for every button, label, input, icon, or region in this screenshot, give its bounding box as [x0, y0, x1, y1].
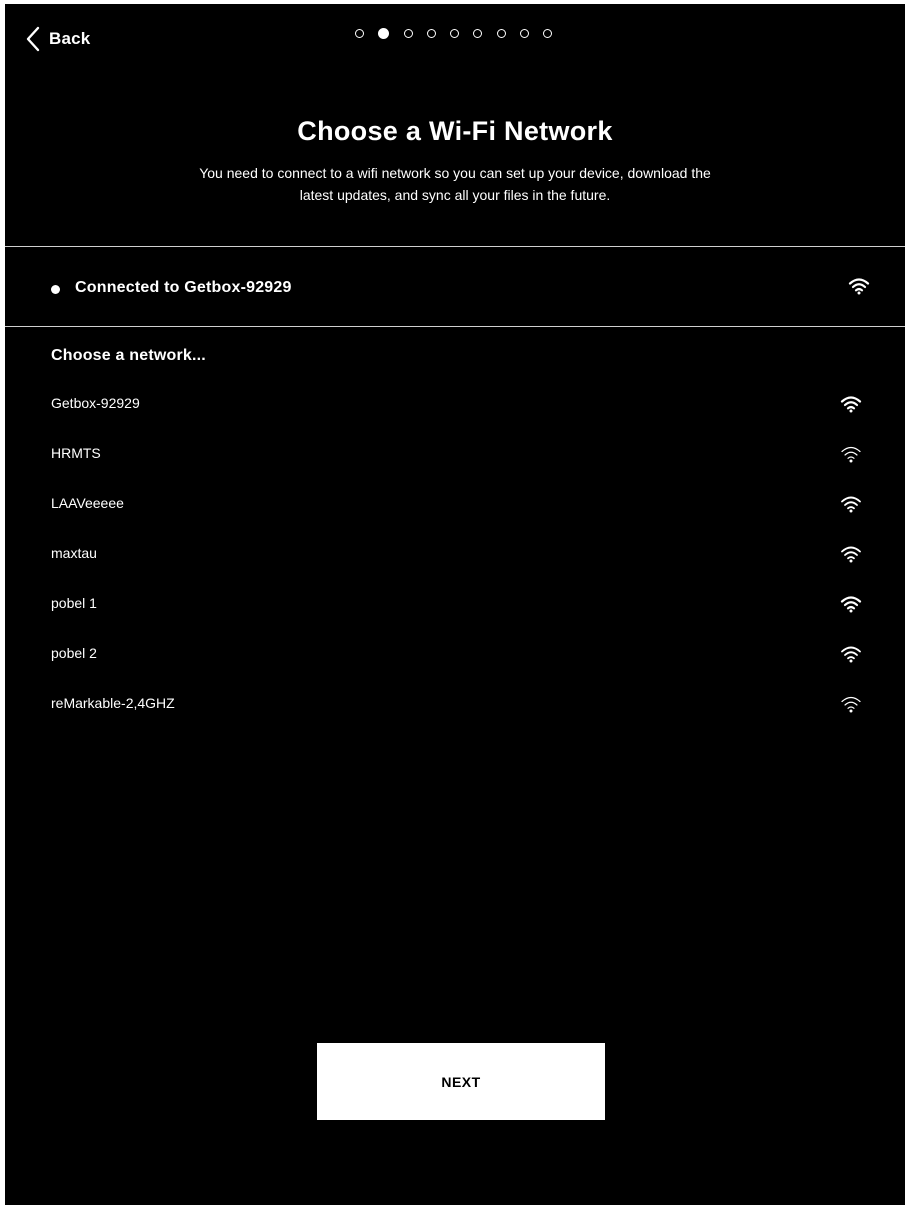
connected-network-row[interactable]: Connected to Getbox-92929 [5, 247, 905, 327]
network-list: Getbox-92929 HRMTS LAAVeeeee maxtau pobel 1 p… [5, 379, 905, 729]
back-button[interactable]: Back [25, 24, 90, 54]
next-button[interactable]: NEXT [317, 1043, 605, 1120]
progress-dot [450, 29, 460, 38]
back-label: Back [49, 29, 91, 48]
wifi-signal-icon [841, 696, 861, 713]
progress-dot [426, 29, 436, 38]
network-name: HRMTS [51, 445, 101, 461]
subtitle-line-2: latest updates, and sync all your files … [299, 187, 611, 203]
network-item[interactable]: reMarkable-2,4GHZ [5, 679, 905, 729]
page-subtitle: You need to connect to a wifi network so… [155, 162, 755, 206]
chevron-left-icon [26, 26, 40, 52]
wifi-signal-icon [841, 646, 861, 663]
network-name: Getbox-92929 [51, 395, 140, 411]
network-name: maxtau [51, 545, 97, 561]
network-name: pobel 1 [51, 595, 97, 611]
wifi-signal-icon [848, 278, 870, 295]
progress-dot [543, 29, 553, 38]
wifi-signal-icon [840, 596, 862, 613]
progress-dot [403, 29, 413, 38]
connected-network-label: Connected to Getbox-92929 [75, 279, 292, 296]
wifi-signal-icon [841, 546, 861, 563]
network-item[interactable]: pobel 1 [5, 579, 905, 629]
connected-dot-icon [51, 285, 60, 294]
network-name: reMarkable-2,4GHZ [51, 695, 175, 711]
wifi-signal-icon [840, 396, 862, 413]
progress-dot [520, 29, 530, 38]
network-item[interactable]: HRMTS [5, 429, 905, 479]
progress-dot [355, 29, 364, 38]
wifi-signal-icon [841, 446, 861, 463]
network-name: LAAVeeeee [51, 495, 124, 511]
progress-indicator [355, 28, 567, 39]
progress-dot [473, 29, 483, 38]
network-item[interactable]: maxtau [5, 529, 905, 579]
network-list-heading: Choose a network... [51, 347, 206, 364]
progress-dot [496, 29, 506, 38]
network-item[interactable]: pobel 2 [5, 629, 905, 679]
network-item[interactable]: Getbox-92929 [5, 379, 905, 429]
page-title: Choose a Wi-Fi Network [297, 116, 613, 146]
wifi-setup-screen: Back Choose a Wi-Fi Network You need to … [5, 4, 905, 1205]
network-item[interactable]: LAAVeeeee [5, 479, 905, 529]
divider-bottom [5, 326, 905, 327]
wifi-signal-icon [841, 496, 861, 513]
progress-dot-active [378, 28, 390, 39]
subtitle-line-1: You need to connect to a wifi network so… [199, 165, 711, 181]
network-name: pobel 2 [51, 645, 97, 661]
